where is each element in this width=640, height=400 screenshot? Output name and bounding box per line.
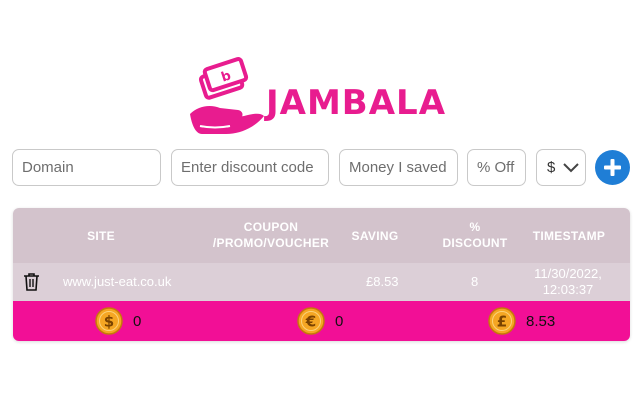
percent-off-input[interactable] [467, 149, 526, 186]
svg-text:$: $ [104, 313, 114, 331]
plus-circle-icon [604, 159, 621, 176]
euro-coin-icon: € [297, 307, 325, 335]
row-timestamp-line1: 11/30/2022, 12:03:37 [534, 266, 602, 297]
header-discount-line2: DISCOUNT [442, 236, 508, 250]
savings-table: SITE COUPON /PROMO/VOUCHER SAVING % DISC… [13, 208, 630, 341]
currency-selected-value: $ [547, 159, 556, 176]
header-discount-line1: % [469, 220, 481, 234]
row-discount: 8 [471, 274, 479, 289]
money-hand-icon: b [190, 57, 264, 134]
pound-coin-icon: £ [488, 307, 516, 335]
add-entry-button[interactable] [595, 150, 630, 185]
table-header: SITE COUPON /PROMO/VOUCHER SAVING % DISC… [13, 208, 630, 263]
trash-icon[interactable] [23, 272, 40, 291]
currency-select[interactable]: $ [536, 149, 586, 186]
header-discount: % DISCOUNT [439, 219, 511, 251]
header-coupon-line1: COUPON [243, 220, 299, 234]
svg-text:£: £ [497, 313, 507, 331]
brand-name: JAMBALA [266, 83, 447, 123]
total-pound-value: 8.53 [526, 313, 556, 330]
totals-row: $ 0 € 0 £ 8.53 [13, 301, 630, 341]
dollar-coin-icon: $ [95, 307, 123, 335]
total-euro-value: 0 [335, 313, 344, 330]
row-site: www.just-eat.co.uk [63, 274, 172, 289]
row-saving: £8.53 [366, 274, 399, 289]
table-row: www.just-eat.co.uk £8.53 8 11/30/2022, 1… [13, 263, 630, 313]
domain-input[interactable] [12, 149, 161, 186]
total-dollar-value: 0 [133, 313, 142, 330]
money-saved-input[interactable] [339, 149, 458, 186]
svg-text:€: € [305, 313, 316, 331]
header-coupon: COUPON /PROMO/VOUCHER [211, 219, 331, 251]
discount-code-input[interactable] [171, 149, 329, 186]
header-saving: SAVING [351, 229, 399, 243]
chevron-down-icon [563, 163, 579, 173]
header-site: SITE [87, 229, 115, 243]
header-coupon-line2: /PROMO/VOUCHER [212, 236, 330, 250]
header-timestamp: TIMESTAMP [532, 229, 606, 243]
brand-logo: b JAMBALA [186, 56, 456, 140]
